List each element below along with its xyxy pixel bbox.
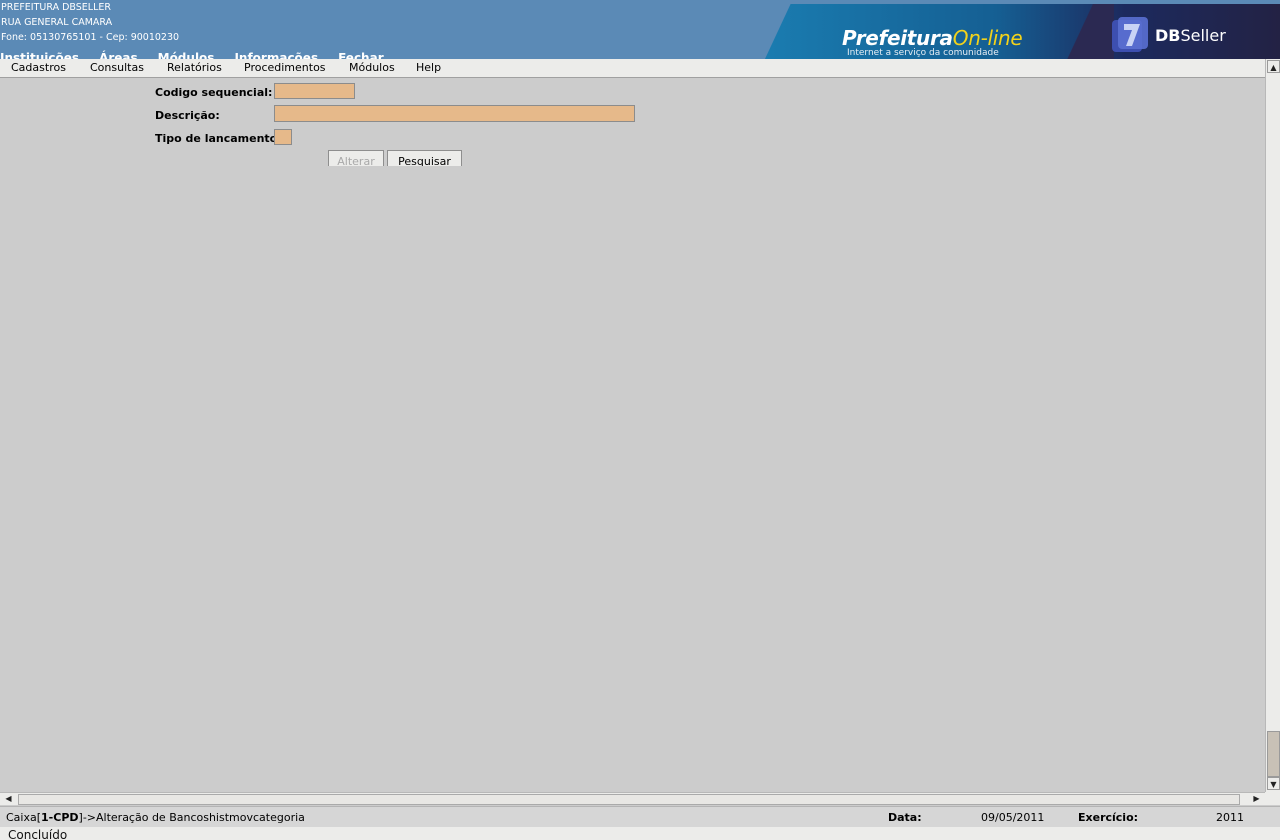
dbseller-logo-icon xyxy=(1112,17,1148,52)
top-nav-informacoes[interactable]: Informações xyxy=(234,50,318,59)
status-exercicio-value: 2011 xyxy=(1216,811,1244,824)
top-nav-areas[interactable]: Áreas xyxy=(99,50,138,59)
top-nav-modulos[interactable]: Módulos xyxy=(158,50,215,59)
status-path-suffix: ]->Alteração de Bancoshistmovcategoria xyxy=(78,811,305,824)
vertical-scroll-thumb[interactable] xyxy=(1267,731,1280,777)
menu-consultas[interactable]: Consultas xyxy=(90,61,144,74)
dbseller-logo-text: DBSeller xyxy=(1155,26,1226,45)
top-nav-fechar[interactable]: Fechar xyxy=(338,50,384,59)
descricao-input[interactable] xyxy=(274,105,635,122)
banner-slash-right xyxy=(1054,4,1114,59)
vertical-scrollbar[interactable]: ▲ ▼ xyxy=(1265,59,1280,792)
menu-bar: Cadastros Consultas Relatórios Procedime… xyxy=(0,59,1265,78)
banner-tagline: Internet a serviço da comunidade xyxy=(847,48,999,58)
scroll-down-arrow-icon[interactable]: ▼ xyxy=(1267,777,1280,790)
banner-title: PrefeituraOn-line xyxy=(842,26,1023,50)
menu-cadastros[interactable]: Cadastros xyxy=(11,61,66,74)
prefeitura-online-banner: PrefeituraOn-line Internet a serviço da … xyxy=(764,4,1280,59)
descricao-label: Descrição: xyxy=(155,109,220,122)
status-data-label: Data: xyxy=(888,811,922,824)
menu-help[interactable]: Help xyxy=(416,61,441,74)
status-bar: Caixa[1-CPD]->Alteração de Bancoshistmov… xyxy=(0,806,1280,827)
org-address: RUA GENERAL CAMARA xyxy=(1,17,113,28)
scroll-up-arrow-icon[interactable]: ▲ xyxy=(1267,60,1280,73)
pesquisar-button[interactable]: Pesquisar xyxy=(387,150,462,166)
banner-title-accent: On-line xyxy=(952,26,1023,50)
tipo-lancamento-label: Tipo de lancamento: xyxy=(155,132,282,145)
logo-text-bold: DB xyxy=(1155,26,1181,45)
status-exercicio-label: Exercício: xyxy=(1078,811,1139,824)
banner-title-main: Prefeitura xyxy=(842,26,953,50)
menu-modulos[interactable]: Módulos xyxy=(349,61,395,74)
codigo-sequencial-label: Codigo sequencial: xyxy=(155,86,273,99)
alterar-button[interactable]: Alterar xyxy=(328,150,384,166)
browser-status-text: Concluído xyxy=(8,828,68,840)
org-name: PREFEITURA DBSELLER xyxy=(1,2,111,13)
codigo-sequencial-input[interactable] xyxy=(274,83,355,99)
menu-procedimentos[interactable]: Procedimentos xyxy=(244,61,326,74)
org-contact: Fone: 05130765101 - Cep: 90010230 xyxy=(1,32,180,43)
tipo-lancamento-input[interactable] xyxy=(274,129,292,145)
status-path-module: 1-CPD xyxy=(41,811,79,824)
status-path-prefix: Caixa[ xyxy=(6,811,42,824)
horizontal-scrollbar[interactable]: ◀ ▶ xyxy=(0,792,1265,805)
logo-text-light: Seller xyxy=(1180,26,1226,45)
status-data-value: 09/05/2011 xyxy=(981,811,1045,824)
scroll-left-arrow-icon[interactable]: ◀ xyxy=(2,793,15,805)
status-path: Caixa[1-CPD]->Alteração de Bancoshistmov… xyxy=(6,811,305,824)
scroll-right-arrow-icon[interactable]: ▶ xyxy=(1250,793,1263,805)
menu-relatorios[interactable]: Relatórios xyxy=(167,61,222,74)
browser-status-bar: Concluído xyxy=(0,827,1280,840)
top-nav: Instituições Áreas Módulos Informações Fecha… xyxy=(0,47,404,59)
scrollbar-corner xyxy=(1265,792,1280,805)
top-nav-instituicoes[interactable]: Instituições xyxy=(0,50,79,59)
banner-slash-left xyxy=(764,4,804,59)
horizontal-scroll-thumb[interactable] xyxy=(18,794,1240,805)
